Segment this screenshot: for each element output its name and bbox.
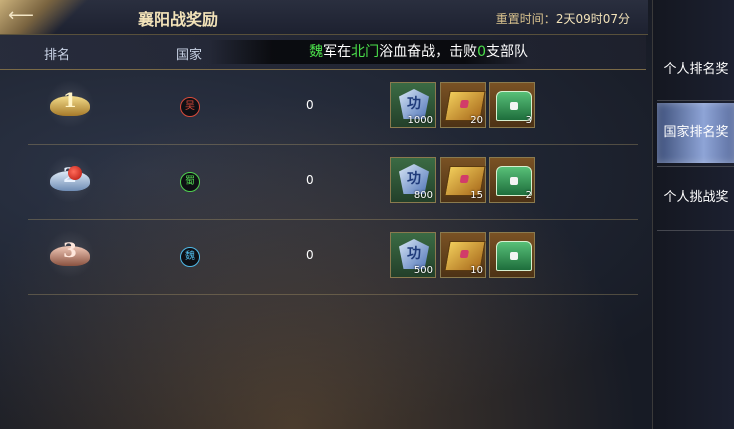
tab-personal-challenge[interactable]: 个人挑战奖 (657, 168, 734, 228)
ticker-text: 军在 (323, 44, 352, 60)
ticker-text: 支部队 (486, 44, 528, 60)
reward-type-sidebar: 个人排名奖 国家排名奖 个人挑战奖 (652, 0, 734, 429)
rank-row: 2 蜀 0 功 800 15 2 (28, 145, 638, 220)
reward-item[interactable]: 2 (489, 157, 535, 203)
reward-item[interactable]: 功 800 (390, 157, 436, 203)
notification-dot-icon (68, 166, 82, 180)
country-badge-wu: 吴 (180, 97, 200, 117)
reward-item[interactable]: 10 (440, 232, 486, 278)
tab-divider (657, 100, 734, 101)
rank-number: 3 (63, 238, 77, 262)
ticker-country: 魏 (309, 44, 324, 60)
score-value: 0 (306, 98, 314, 112)
score-value: 0 (306, 173, 314, 187)
silver-medal-icon: 2 (46, 155, 94, 203)
reward-count: 10 (470, 265, 483, 276)
tab-divider (657, 230, 734, 231)
page-title: 襄阳战奖励 (138, 10, 219, 29)
battle-ticker: 魏军在北门浴血奋战，击败0支部队 (208, 40, 528, 64)
tab-divider (657, 166, 734, 167)
country-badge-wei: 魏 (180, 247, 200, 267)
rank-number: 1 (63, 88, 77, 112)
gold-medal-icon: 1 (46, 80, 94, 128)
rank-column-header: 排名 (44, 48, 71, 63)
reward-count: 500 (413, 265, 433, 276)
reward-item[interactable]: 15 (440, 157, 486, 203)
bronze-medal-icon: 3 (46, 230, 94, 278)
reset-value: 2天09时07分 (555, 12, 630, 26)
rank-row: 1 吴 0 功 1000 20 3 (28, 70, 638, 145)
reset-timer: 重置时间：2天09时07分 (496, 10, 630, 27)
reward-item[interactable]: 20 (440, 82, 486, 128)
reward-count: 1000 (407, 115, 433, 126)
reward-item[interactable] (489, 232, 535, 278)
reward-count: 3 (525, 115, 532, 126)
column-header: 排名 国家 魏军在北门浴血奋战，击败0支部队 (0, 35, 646, 70)
reset-label: 重置时间： (495, 12, 556, 26)
header-bar: ⟵ 襄阳战奖励 重置时间：2天09时07分 (0, 0, 648, 35)
back-arrow-icon: ⟵ (8, 5, 34, 26)
chest-icon (496, 241, 532, 271)
reward-screen: ⟵ 襄阳战奖励 重置时间：2天09时07分 排名 国家 魏军在北门浴血奋战，击败… (0, 0, 734, 429)
reward-item[interactable]: 3 (489, 82, 535, 128)
ticker-count: 0 (477, 44, 486, 60)
ticker-text: 浴血奋战，击败 (379, 44, 478, 60)
reward-item[interactable]: 功 500 (390, 232, 436, 278)
ticker-gate: 北门 (351, 44, 380, 60)
tab-nation-rank[interactable]: 国家排名奖 (657, 103, 734, 163)
score-value: 0 (306, 248, 314, 262)
reward-count: 20 (470, 115, 483, 126)
back-button[interactable]: ⟵ (8, 6, 56, 26)
country-badge-shu: 蜀 (180, 172, 200, 192)
reward-count: 2 (525, 190, 532, 201)
country-column-header: 国家 (176, 48, 203, 63)
reward-count: 15 (470, 190, 483, 201)
tab-personal-rank[interactable]: 个人排名奖 (657, 40, 734, 100)
rank-row: 3 魏 0 功 500 10 (28, 220, 638, 295)
reward-count: 800 (413, 190, 433, 201)
reward-item[interactable]: 功 1000 (390, 82, 436, 128)
